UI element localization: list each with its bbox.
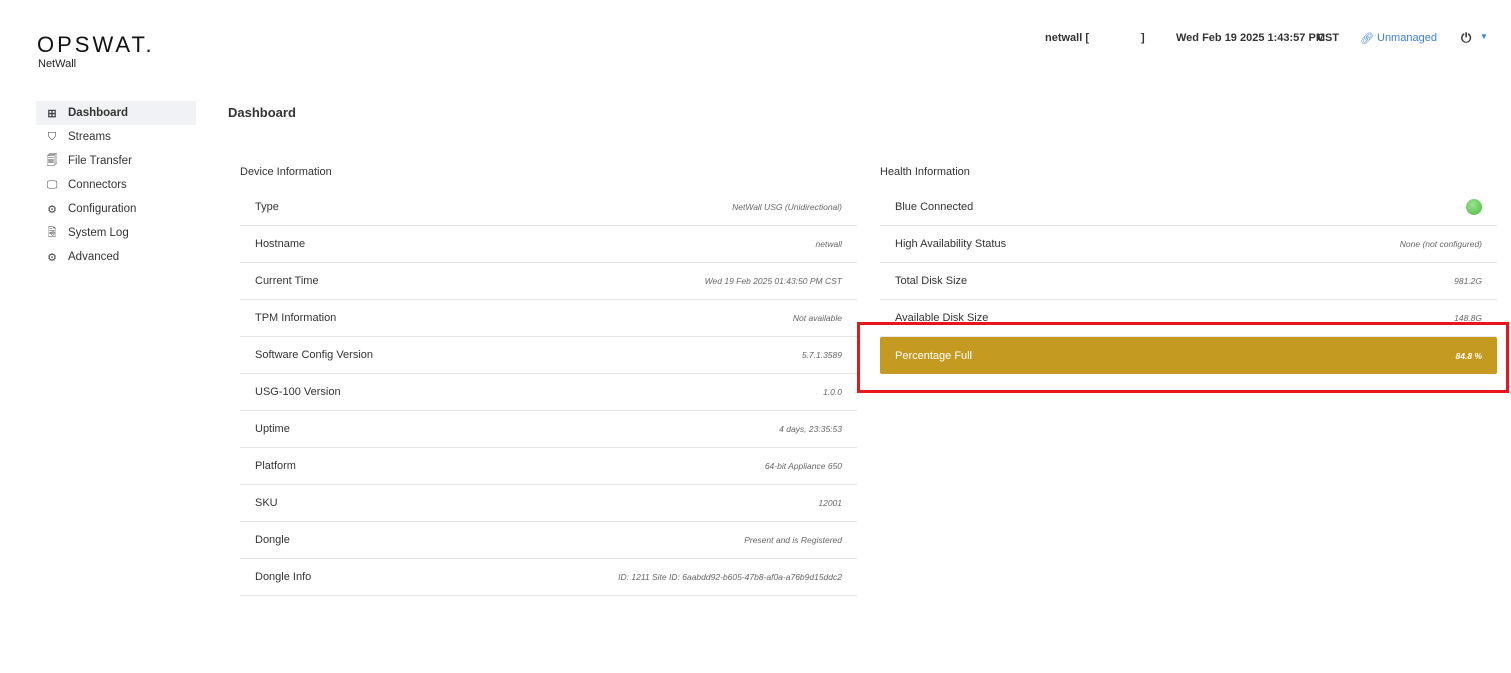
info-row: Dongle Present and is Registered	[240, 522, 857, 559]
product-name: NetWall	[38, 58, 77, 70]
row-label: Total Disk Size	[895, 275, 968, 287]
row-value: None (not configured)	[1399, 239, 1482, 249]
sidebar-item-label: Configuration	[68, 203, 137, 215]
info-row: Uptime 4 days, 23:35:53	[240, 411, 857, 448]
sidebar-item-connectors[interactable]: 🖵︎ Connectors	[36, 173, 196, 197]
row-label: Dongle	[255, 534, 290, 546]
row-label: High Availability Status	[895, 238, 1007, 250]
chevron-down-icon[interactable]: ▼	[1480, 32, 1488, 41]
sidebar-item-system-log[interactable]: 🗟︎ System Log	[36, 221, 196, 245]
header-datetime: Wed Feb 19 2025 1:43:57 PM	[1176, 32, 1325, 44]
sidebar-item-label: Connectors	[68, 179, 127, 191]
info-row: High Availability Status None (not config…	[880, 226, 1497, 263]
row-label: Platform	[255, 460, 296, 472]
info-row: Dongle Info ID: 1211 Site ID: 6aabdd92-b6…	[240, 559, 857, 596]
row-value: 1.0.0	[823, 387, 842, 397]
info-row: Current Time Wed 19 Feb 2025 01:43:50 PM …	[240, 263, 857, 300]
gear-icon: ⚙	[47, 203, 57, 216]
sidebar-item-streams[interactable]: ⛉ Streams	[36, 125, 196, 149]
info-row: TPM Information Not available	[240, 300, 857, 337]
grid-icon: ⊞	[47, 107, 57, 120]
sidebar-item-label: Streams	[68, 131, 111, 143]
row-label: Hostname	[255, 238, 306, 250]
row-value: 5.7.1.3589	[801, 350, 842, 360]
info-row: Hostname netwall	[240, 226, 857, 263]
info-row: SKU 12001	[240, 485, 857, 522]
power-icon[interactable]: ⏻	[1461, 30, 1471, 46]
sidebar-item-file-transfer[interactable]: 🗐︎ File Transfer	[36, 149, 196, 173]
row-value: 981.2G	[1454, 276, 1482, 286]
file-icon: 🗐︎	[46, 154, 58, 167]
sidebar-item-dashboard[interactable]: ⊞ Dashboard	[36, 101, 196, 125]
info-row: Type NetWall USG (Unidirectional)	[240, 189, 857, 226]
info-row: Total Disk Size 981.2G	[880, 263, 1497, 300]
row-value: Wed 19 Feb 2025 01:43:50 PM CST	[704, 276, 842, 286]
row-value: netwall	[815, 239, 842, 249]
sidebar-item-label: Dashboard	[68, 107, 129, 119]
sidebar-item-label: System Log	[68, 227, 129, 239]
monitor-icon: 🖵︎	[46, 178, 58, 191]
status-green-dot	[1466, 199, 1482, 215]
row-label: SKU	[255, 497, 278, 509]
sidebar: ⊞ Dashboard ⛉ Streams 🗐︎ File Transfer 🖵︎ Co…	[36, 101, 196, 269]
highlight-box	[857, 322, 1509, 393]
info-row: Software Config Version 5.7.1.3589	[240, 337, 857, 374]
sidebar-item-configuration[interactable]: ⚙ Configuration	[36, 197, 196, 221]
row-label: USG-100 Version	[255, 386, 341, 398]
device-information-panel: Device Information Type NetWall USG (Unid…	[240, 165, 857, 596]
row-label: TPM Information	[255, 312, 337, 324]
row-label: Uptime	[255, 423, 290, 435]
header-timezone: CST	[1317, 32, 1339, 44]
row-value: 12001	[818, 498, 842, 508]
row-value: 64-bit Appliance 650	[764, 461, 842, 471]
info-row: Blue Connected	[880, 189, 1497, 226]
sidebar-item-advanced[interactable]: ⚙ Advanced	[36, 245, 196, 269]
row-label: Blue Connected	[895, 201, 974, 213]
row-label: Current Time	[255, 275, 319, 287]
row-label: Software Config Version	[255, 349, 374, 361]
hostname-end: ]	[1141, 32, 1145, 44]
row-value: 4 days, 23:35:53	[779, 424, 842, 434]
info-row: USG-100 Version 1.0.0	[240, 374, 857, 411]
link-icon: 🔗︎	[1360, 33, 1374, 45]
opswat-logo: OPSWAT.	[37, 32, 155, 57]
gear-icon: ⚙	[47, 251, 57, 264]
device-information-title: Device Information	[240, 166, 332, 178]
row-value: Not available	[792, 313, 842, 323]
sidebar-item-label: File Transfer	[68, 155, 132, 167]
row-value: ID: 1211 Site ID: 6aabdd92-b605-47b8-af0…	[618, 572, 842, 582]
row-value: NetWall USG (Unidirectional)	[732, 202, 842, 212]
row-value: Present and is Registered	[744, 535, 842, 545]
health-information-title: Health Information	[880, 166, 970, 178]
row-label: Dongle Info	[255, 571, 312, 583]
sidebar-item-label: Advanced	[68, 251, 120, 263]
shield-icon: ⛉	[47, 130, 57, 143]
log-icon: 🗟︎	[47, 226, 57, 239]
row-label: Type	[255, 201, 279, 213]
unmanaged-link[interactable]: Unmanaged	[1377, 32, 1437, 44]
page-title: Dashboard	[228, 105, 296, 120]
info-row: Platform 64-bit Appliance 650	[240, 448, 857, 485]
hostname: netwall [	[1045, 32, 1090, 44]
